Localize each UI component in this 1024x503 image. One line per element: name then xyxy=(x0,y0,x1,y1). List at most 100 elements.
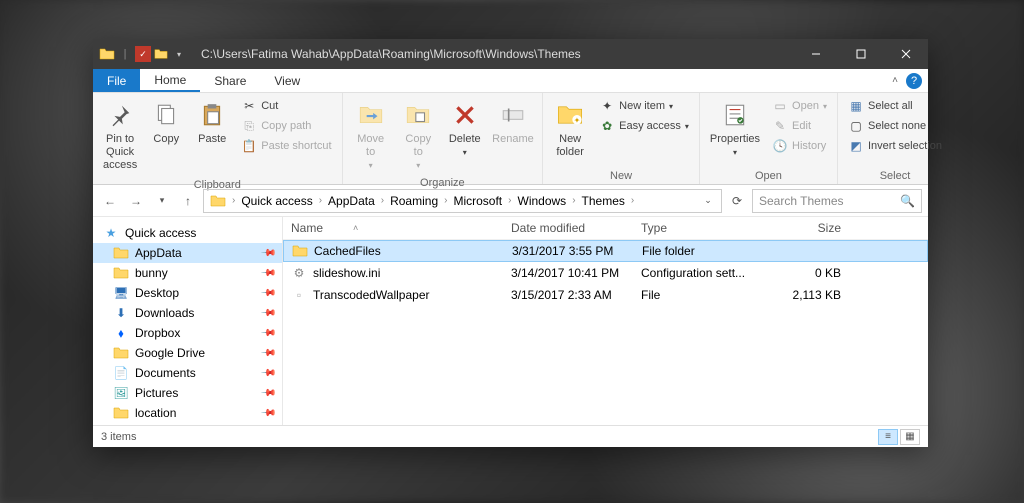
easy-access-button[interactable]: ✿Easy access ▾ xyxy=(595,117,693,135)
pin-icon: 📌 xyxy=(259,345,276,362)
select-none-button[interactable]: ▢Select none xyxy=(844,117,946,135)
search-input[interactable]: Search Themes 🔍 xyxy=(752,189,922,213)
breadcrumb-box[interactable]: › Quick access› AppData› Roaming› Micros… xyxy=(203,189,722,213)
chevron-right-icon[interactable]: › xyxy=(506,195,513,206)
properties-button[interactable]: Properties▾ xyxy=(706,97,764,160)
open-button[interactable]: ▭Open ▾ xyxy=(768,97,831,115)
tab-home[interactable]: Home xyxy=(140,69,200,92)
sort-indicator-icon: ˄ xyxy=(353,223,358,233)
cut-button[interactable]: ✂Cut xyxy=(237,97,335,115)
col-size[interactable]: Size xyxy=(761,221,841,235)
ribbon: Pin to Quick access Copy Paste ✂Cut xyxy=(93,93,928,185)
pin-icon: 📌 xyxy=(259,365,276,382)
select-group-label: Select xyxy=(838,170,952,184)
collapse-ribbon-icon[interactable]: ˄ xyxy=(892,75,898,86)
details-view-button[interactable]: ≡ xyxy=(878,429,898,445)
recent-dropdown[interactable]: ▾ xyxy=(151,190,173,212)
sidebar-item-dropbox[interactable]: ⬧Dropbox📌 xyxy=(93,323,282,343)
refresh-button[interactable]: ⟳ xyxy=(726,190,748,212)
crumb-1[interactable]: AppData xyxy=(324,194,379,208)
pin-icon: 📌 xyxy=(259,325,276,342)
history-button[interactable]: 🕓History xyxy=(768,137,831,155)
file-row[interactable]: ▫TranscodedWallpaper 3/15/2017 2:33 AM F… xyxy=(283,284,928,306)
new-item-button[interactable]: ✦New item ▾ xyxy=(595,97,693,115)
sidebar-item-location[interactable]: location📌 xyxy=(93,403,282,423)
rename-button[interactable]: Rename xyxy=(490,97,536,148)
invert-selection-button[interactable]: ◩Invert selection xyxy=(844,137,946,155)
chevron-right-icon[interactable]: › xyxy=(570,195,577,206)
file-icon: ▫ xyxy=(291,287,307,303)
chevron-right-icon[interactable]: › xyxy=(317,195,324,206)
up-button[interactable]: ↑ xyxy=(177,190,199,212)
sidebar-item-desktop[interactable]: 🖥Desktop📌 xyxy=(93,283,282,303)
folder-icon xyxy=(113,405,129,421)
forward-button[interactable]: → xyxy=(125,190,147,212)
qat-checkbox-icon[interactable]: ✓ xyxy=(135,46,151,62)
tab-view[interactable]: View xyxy=(260,69,314,92)
pictures-icon: 🖼 xyxy=(113,385,129,401)
select-all-button[interactable]: ▦Select all xyxy=(844,97,946,115)
select-none-icon: ▢ xyxy=(848,118,864,134)
sidebar-quick-access[interactable]: ★ Quick access xyxy=(93,223,282,243)
delete-button[interactable]: Delete▾ xyxy=(444,97,486,160)
col-date[interactable]: Date modified xyxy=(511,221,641,235)
pin-to-quick-access-button[interactable]: Pin to Quick access xyxy=(99,97,141,175)
navigation-pane: ★ Quick access AppData📌 bunny📌 🖥Desktop📌… xyxy=(93,217,283,425)
qat-dropdown-icon[interactable]: ▾ xyxy=(171,46,187,62)
chevron-right-icon[interactable]: › xyxy=(379,195,386,206)
folder-icon xyxy=(206,193,230,209)
crumb-3[interactable]: Microsoft xyxy=(449,194,506,208)
properties-icon xyxy=(719,99,751,131)
ribbon-tabs: File Home Share View ˄ ? xyxy=(93,69,928,93)
new-folder-button[interactable]: ✦ New folder xyxy=(549,97,591,161)
col-type[interactable]: Type xyxy=(641,221,761,235)
paste-button[interactable]: Paste xyxy=(191,97,233,148)
crumb-5[interactable]: Themes xyxy=(578,194,629,208)
copy-to-button[interactable]: Copy to▾ xyxy=(397,97,440,173)
folder-icon xyxy=(113,265,129,281)
search-placeholder: Search Themes xyxy=(759,194,844,208)
icons-view-button[interactable]: ▦ xyxy=(900,429,920,445)
help-icon[interactable]: ? xyxy=(906,73,922,89)
desktop-icon: 🖥 xyxy=(113,285,129,301)
edit-icon: ✎ xyxy=(772,118,788,134)
pin-icon: 📌 xyxy=(259,405,276,422)
rename-icon xyxy=(497,99,529,131)
copy-path-icon: ⎘ xyxy=(241,118,257,134)
maximize-button[interactable] xyxy=(838,39,883,69)
sidebar-item-documents[interactable]: 📄Documents📌 xyxy=(93,363,282,383)
address-dropdown[interactable]: ⌄ xyxy=(697,190,719,212)
tab-share[interactable]: Share xyxy=(200,69,260,92)
sidebar-item-pictures[interactable]: 🖼Pictures📌 xyxy=(93,383,282,403)
ribbon-group-organize: Move to▾ Copy to▾ Delete▾ Rename Organiz… xyxy=(343,93,544,184)
ribbon-group-open: Properties▾ ▭Open ▾ ✎Edit 🕓History Open xyxy=(700,93,838,184)
back-button[interactable]: ← xyxy=(99,190,121,212)
tab-file[interactable]: File xyxy=(93,69,140,92)
copy-button[interactable]: Copy xyxy=(145,97,187,148)
history-icon: 🕓 xyxy=(772,138,788,154)
copy-path-button[interactable]: ⎘Copy path xyxy=(237,117,335,135)
move-to-icon xyxy=(355,99,387,131)
chevron-right-icon[interactable]: › xyxy=(629,195,636,206)
crumb-4[interactable]: Windows xyxy=(514,194,571,208)
chevron-right-icon[interactable]: › xyxy=(442,195,449,206)
paste-shortcut-button[interactable]: 📋Paste shortcut xyxy=(237,137,335,155)
crumb-0[interactable]: Quick access xyxy=(237,194,316,208)
close-button[interactable] xyxy=(883,39,928,69)
minimize-button[interactable] xyxy=(793,39,838,69)
crumb-2[interactable]: Roaming xyxy=(386,194,442,208)
downloads-icon: ⬇ xyxy=(113,305,129,321)
sidebar-item-appdata[interactable]: AppData📌 xyxy=(93,243,282,263)
sidebar-item-bunny[interactable]: bunny📌 xyxy=(93,263,282,283)
qat-folder-icon[interactable] xyxy=(153,46,169,62)
move-to-button[interactable]: Move to▾ xyxy=(349,97,393,173)
chevron-right-icon[interactable]: › xyxy=(230,195,237,206)
file-row[interactable]: ⚙slideshow.ini 3/14/2017 10:41 PM Config… xyxy=(283,262,928,284)
edit-button[interactable]: ✎Edit xyxy=(768,117,831,135)
copy-label: Copy xyxy=(153,133,179,146)
dropbox-icon: ⬧ xyxy=(113,325,129,341)
sidebar-item-google-drive[interactable]: Google Drive📌 xyxy=(93,343,282,363)
sidebar-item-downloads[interactable]: ⬇Downloads📌 xyxy=(93,303,282,323)
file-row[interactable]: CachedFiles 3/31/2017 3:55 PM File folde… xyxy=(283,240,928,262)
col-name[interactable]: Name˄ xyxy=(291,221,511,235)
